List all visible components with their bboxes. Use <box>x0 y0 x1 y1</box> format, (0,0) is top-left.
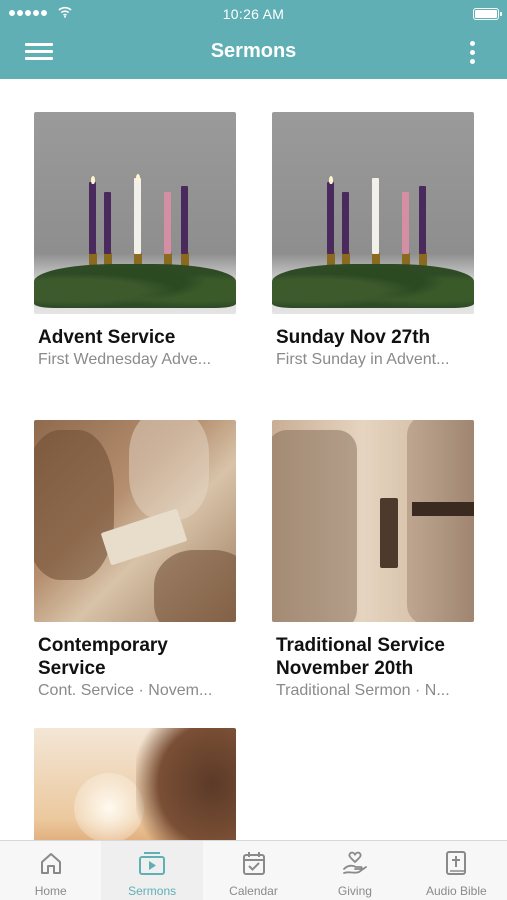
sermon-card-traditional-service[interactable]: Traditional Service November 20th Tradit… <box>272 420 474 701</box>
home-icon <box>40 853 61 874</box>
tab-giving[interactable]: Giving <box>304 841 405 900</box>
tab-sermons[interactable]: Sermons <box>101 841 203 900</box>
bible-icon <box>446 851 467 875</box>
calendar-icon <box>242 852 265 875</box>
tab-label: Calendar <box>229 884 278 898</box>
sermon-card[interactable] <box>34 728 236 840</box>
tab-bar: Home Sermons Calendar Giving Audio Bible <box>0 840 507 900</box>
sermon-subtitle: Traditional Sermon · N... <box>276 682 450 699</box>
sermon-subtitle: Cont. Service · Novem... <box>38 682 213 699</box>
giving-icon <box>343 851 367 874</box>
tab-calendar[interactable]: Calendar <box>203 841 304 900</box>
sermon-subtitle: First Wednesday Adve... <box>38 351 212 368</box>
page-title: Sermons <box>210 40 297 62</box>
sermon-subtitle: First Sunday in Advent... <box>276 351 450 368</box>
tab-label: Sermons <box>128 884 177 898</box>
tab-label: Giving <box>337 884 372 898</box>
sermon-card-contemporary-service[interactable]: Contemporary Service Cont. Service · Nov… <box>34 420 236 701</box>
sermon-title: Traditional Service November 20th <box>276 635 445 679</box>
sermon-title: Advent Service <box>38 327 176 348</box>
app-header: 10:26 AM Sermons <box>0 0 507 79</box>
advent-candles-image <box>34 112 236 314</box>
tab-label: Home <box>34 884 67 898</box>
battery-icon <box>473 8 502 20</box>
sermons-icon <box>139 852 166 875</box>
sermon-grid: Advent Service First Wednesday Adve... S… <box>0 79 507 840</box>
congregation-image <box>34 420 236 622</box>
tab-label: Audio Bible <box>425 884 487 898</box>
sermon-title: Contemporary Service <box>38 635 168 679</box>
sermon-card-advent-service[interactable]: Advent Service First Wednesday Adve... <box>34 112 236 370</box>
people-with-bible-image <box>272 420 474 622</box>
sermon-card-sunday-nov-27th[interactable]: Sunday Nov 27th First Sunday in Advent..… <box>272 112 474 370</box>
tab-audio-bible[interactable]: Audio Bible <box>406 841 507 900</box>
tab-home[interactable]: Home <box>0 841 101 900</box>
more-options-button[interactable] <box>467 40 477 66</box>
advent-candles-image <box>272 112 474 314</box>
sunset-image <box>34 728 236 840</box>
sermon-title: Sunday Nov 27th <box>276 327 431 348</box>
status-bar: 10:26 AM <box>0 0 507 28</box>
status-time: 10:26 AM <box>222 6 285 22</box>
